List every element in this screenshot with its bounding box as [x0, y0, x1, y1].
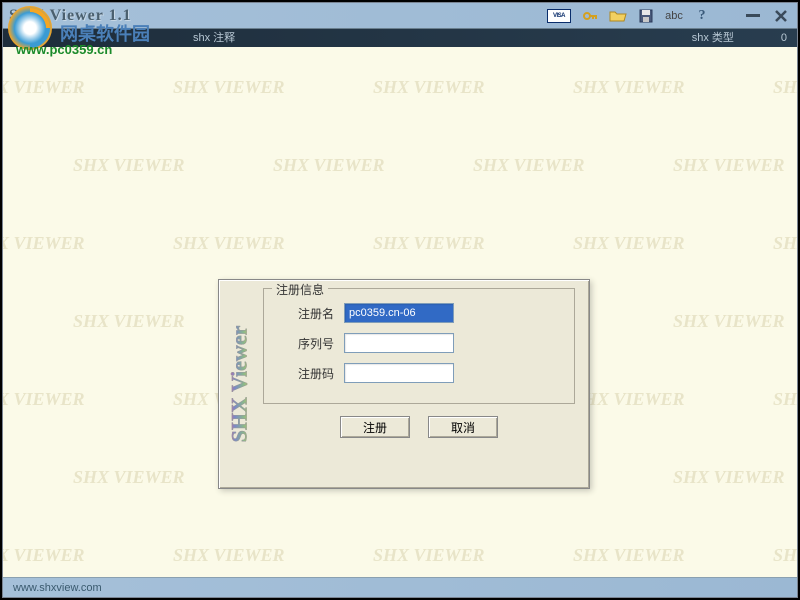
brand-overlay: 网桌软件园 www.pc0359.cn: [8, 6, 52, 50]
serial-input[interactable]: [344, 333, 454, 353]
cancel-button[interactable]: 取消: [428, 416, 498, 438]
serial-label: 序列号: [274, 335, 344, 352]
help-icon[interactable]: ?: [693, 9, 711, 23]
name-label: 注册名: [274, 305, 344, 322]
save-icon[interactable]: [637, 9, 655, 23]
content-area: SHX VIEWERSHX VIEWERSHX VIEWERSHX VIEWER…: [3, 47, 797, 577]
statusbar: www.shxview.com: [3, 577, 797, 597]
code-input[interactable]: [344, 363, 454, 383]
brand-url: www.pc0359.cn: [16, 42, 112, 57]
name-input[interactable]: [344, 303, 454, 323]
register-button[interactable]: 注册: [340, 416, 410, 438]
visa-icon[interactable]: VISA: [547, 9, 571, 23]
fieldset-title: 注册信息: [272, 281, 328, 298]
code-label: 注册码: [274, 365, 344, 382]
registration-dialog: SHX Viewer 注册信息 注册名 序列号: [218, 279, 590, 489]
close-button[interactable]: [771, 8, 791, 24]
info-count: 0: [767, 32, 787, 44]
status-url: www.shxview.com: [13, 582, 102, 594]
key-icon[interactable]: [581, 9, 599, 23]
minimize-button[interactable]: [743, 8, 763, 24]
info-type-label: shx 类型: [692, 32, 734, 44]
open-folder-icon[interactable]: [609, 9, 627, 23]
registration-fieldset: 注册信息 注册名 序列号 注册码: [263, 288, 575, 404]
info-annotation-label: shx 注释: [193, 29, 235, 45]
dialog-logo: SHX Viewer: [219, 280, 259, 488]
main-window: SHX Viewer 1.1 VISA abc ? shx 注释: [3, 3, 797, 597]
abc-icon[interactable]: abc: [665, 9, 683, 23]
